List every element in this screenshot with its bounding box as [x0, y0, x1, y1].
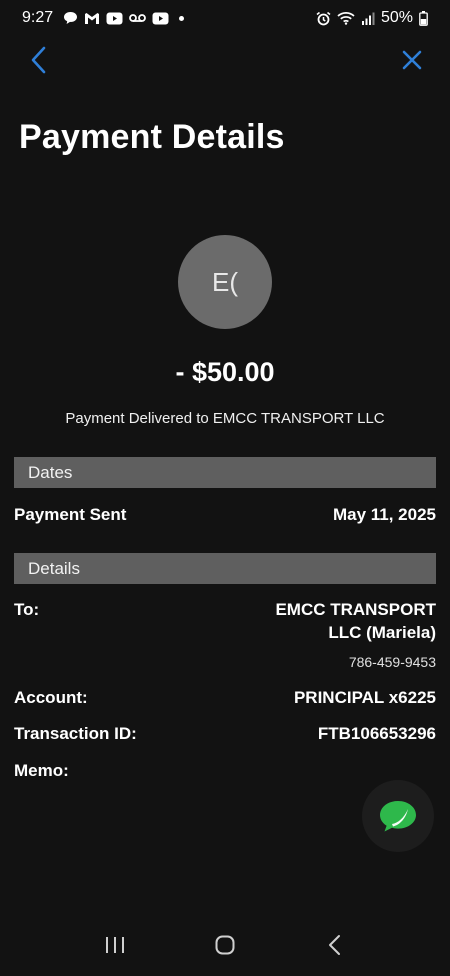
status-left: 9:27	[22, 9, 185, 27]
payment-amount: - $50.00	[175, 357, 275, 387]
close-icon	[402, 50, 422, 70]
account-value: PRINCIPAL x6225	[293, 688, 436, 707]
home-icon	[215, 935, 235, 955]
to-value-line1: EMCC TRANSPORT	[275, 600, 436, 619]
close-button[interactable]	[398, 46, 426, 74]
recent-apps-button[interactable]	[90, 925, 140, 965]
to-phone: 786-459-9453	[348, 654, 436, 670]
to-label: To:	[14, 600, 40, 619]
signal-icon	[361, 12, 375, 25]
system-nav-bar	[0, 914, 450, 976]
details-section-header: Details	[14, 553, 436, 584]
chat-bubble-icon	[380, 801, 416, 832]
chevron-left-icon	[31, 46, 46, 74]
chat-button[interactable]	[362, 780, 434, 852]
back-button[interactable]	[24, 44, 52, 76]
chat-icon	[63, 11, 78, 25]
transaction-id-label: Transaction ID:	[14, 724, 137, 743]
notification-dot	[179, 15, 185, 21]
youtube-icon	[152, 12, 169, 25]
wifi-icon	[337, 11, 355, 25]
payment-status-text: Payment Delivered to EMCC TRANSPORT LLC	[65, 410, 385, 427]
avatar: E(	[178, 235, 272, 329]
dates-section-header: Dates	[14, 457, 436, 488]
account-label: Account:	[14, 688, 88, 707]
payment-sent-label: Payment Sent	[14, 505, 127, 524]
voicemail-icon	[129, 13, 147, 23]
memo-label: Memo:	[14, 761, 69, 780]
status-time: 9:27	[22, 9, 54, 26]
status-right: 50%	[316, 9, 428, 27]
dates-header-label: Dates	[28, 462, 73, 482]
battery-icon	[419, 10, 428, 26]
avatar-initials: E(	[212, 266, 238, 297]
status-bar: 9:27 50%	[0, 0, 450, 36]
to-value-line2: LLC (Mariela)	[328, 623, 436, 642]
youtube-icon	[106, 12, 123, 25]
alarm-icon	[316, 11, 331, 26]
system-back-button[interactable]	[310, 925, 360, 965]
gmail-icon	[84, 12, 100, 25]
details-header-label: Details	[28, 558, 80, 578]
payment-sent-value: May 11, 2025	[332, 505, 436, 524]
recent-apps-icon	[106, 937, 124, 953]
page-title: Payment Details	[19, 118, 285, 156]
back-icon	[329, 935, 340, 955]
home-button[interactable]	[200, 925, 250, 965]
battery-percentage: 50%	[380, 9, 413, 26]
transaction-id-value: FTB106653296	[317, 724, 436, 743]
